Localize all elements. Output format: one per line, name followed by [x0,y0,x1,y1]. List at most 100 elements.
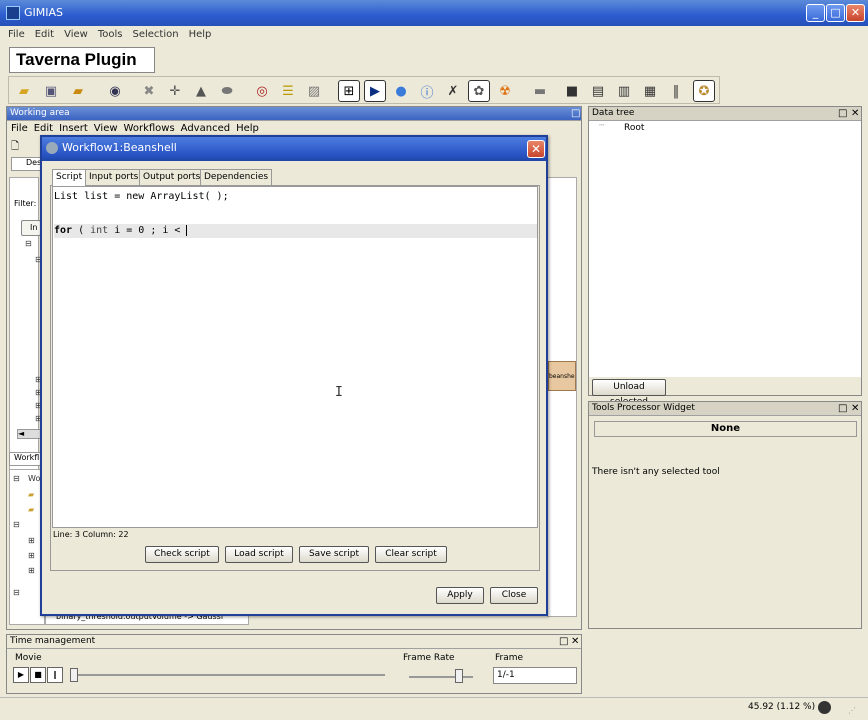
panel-icon[interactable]: ▤ [587,80,609,102]
unload-selected-button[interactable]: Unload selected [592,379,666,407]
tree-view-icon[interactable]: ⊞ [338,80,360,102]
new-file-icon[interactable]: 🗋 [11,139,19,156]
tree-expander[interactable]: ⊞ [28,566,35,575]
taverna-icon[interactable]: ✪ [693,80,715,102]
data-tree-panel: Data tree □ ✕ ┄ Root Unload selected [588,106,862,407]
save-icon[interactable]: ▣ [40,80,62,102]
tab-input-ports[interactable]: Input ports [85,169,143,185]
import-button[interactable]: In [21,220,41,236]
columns-icon[interactable]: ▥ [613,80,635,102]
play-button[interactable]: ▶ [13,667,29,683]
check-script-button[interactable]: Check script [145,546,219,563]
frame-rate-track[interactable] [409,676,473,678]
code-line-3-text: for ( int i = 0 ; i < [54,225,187,236]
lock-icon[interactable]: ▲ [190,80,212,102]
main-menu-bar: File Edit View Tools Selection Help [0,26,868,43]
close-icon[interactable]: ✕ [851,402,859,415]
menu-edit[interactable]: Edit [35,29,54,40]
tree-connector: ┄ [599,121,605,131]
garbage-collect-icon[interactable] [818,701,831,714]
dialog-title-bar: Workflow1:Beanshell [42,137,546,161]
scroll-left-icon[interactable]: ◄ [17,429,41,439]
lens-icon[interactable]: ⬬ [216,80,238,102]
slider-icon[interactable]: ☰ [277,80,299,102]
open-folder-icon[interactable]: ▰ [13,80,35,102]
tree-expander[interactable]: ⊟ [13,588,20,597]
code-line-1: List list = new ArrayList( ); [54,190,537,204]
pause-button[interactable]: ‖ [47,667,63,683]
folder-icon: ▰ [28,490,35,499]
restore-icon[interactable]: □ [571,107,580,120]
tree-expander[interactable]: ⊞ [28,551,35,560]
info-icon[interactable]: ⓘ [416,80,438,102]
grid-icon[interactable]: ▦ [639,80,661,102]
plugin-tab[interactable]: Taverna Plugin [9,47,155,73]
close-icon[interactable]: ✕ [571,635,579,648]
sphere-icon[interactable]: ● [390,80,412,102]
settings-cross-icon[interactable]: ✗ [442,80,464,102]
movie-slider-track[interactable] [71,674,385,676]
folder-icon[interactable]: ▰ [67,80,89,102]
minimize-button[interactable]: _ [806,4,825,22]
wa-menu-edit[interactable]: Edit [34,123,53,134]
stop-button[interactable]: ■ [30,667,46,683]
restore-icon[interactable]: □ [838,107,847,120]
cursor-position: Line: 3 Column: 22 [53,530,129,539]
wa-menu-workflows[interactable]: Workflows [124,123,175,134]
wa-menu-file[interactable]: File [11,123,28,134]
crosshair-icon[interactable]: ✛ [164,80,186,102]
menu-selection[interactable]: Selection [132,29,178,40]
load-script-button[interactable]: Load script [225,546,293,563]
tab-output-ports[interactable]: Output ports [139,169,205,185]
restore-icon[interactable]: □ [838,402,847,415]
movie-slider-thumb[interactable] [70,668,78,682]
restore-icon[interactable]: □ [559,635,568,648]
dialog-app-icon [46,142,58,154]
menu-help[interactable]: Help [189,29,212,40]
time-management-title: Time management [10,636,96,646]
apply-button[interactable]: Apply [436,587,484,604]
menu-tools[interactable]: Tools [98,29,123,40]
script-editor[interactable]: List list = new ArrayList( ); for ( int … [52,186,538,528]
tree-expander[interactable]: ⊟ [13,520,20,529]
record-icon[interactable]: ◎ [251,80,273,102]
tree-expander[interactable]: ⊞ [28,536,35,545]
close-button[interactable]: Close [490,587,538,604]
workflow-tree-item[interactable]: Wo [28,474,40,483]
tree-expander[interactable]: ⊟ [13,474,20,483]
resize-grip-icon[interactable]: ⋰ [848,706,856,715]
maximize-button[interactable]: □ [826,4,845,22]
folder-icon: ▰ [28,505,35,514]
save-script-button[interactable]: Save script [299,546,369,563]
tools-icon[interactable]: ✖ [138,80,160,102]
root-node[interactable]: Root [624,123,644,133]
biohazard-icon[interactable]: ☢ [494,80,516,102]
menu-view[interactable]: View [64,29,88,40]
window-icon[interactable]: ■ [561,80,583,102]
tab-script[interactable]: Script [52,169,87,186]
clear-script-button[interactable]: Clear script [375,546,447,563]
processor-widget-header: Tools Processor Widget □ ✕ [589,402,861,416]
close-window-button[interactable]: ✕ [846,4,865,22]
wa-menu-advanced[interactable]: Advanced [181,123,230,134]
frame-input[interactable]: 1/-1 [493,667,577,684]
design-tab[interactable]: Des [11,157,41,171]
gear-icon[interactable]: ✿ [468,80,490,102]
wa-menu-help[interactable]: Help [236,123,259,134]
wa-menu-insert[interactable]: Insert [59,123,88,134]
beanshell-node[interactable]: beanshell [548,361,576,391]
link-icon[interactable]: ▬ [529,80,551,102]
tab-dependencies[interactable]: Dependencies [200,169,273,185]
dialog-close-icon[interactable]: ✕ [527,140,545,158]
cube-icon[interactable]: ▨ [303,80,325,102]
movie-label: Movie [15,653,42,663]
wa-menu-view[interactable]: View [94,123,118,134]
menu-file[interactable]: File [8,29,25,40]
filter-label: Filter: [14,199,37,208]
play-icon[interactable]: ▶ [364,80,386,102]
time-management-header: Time management □ ✕ [7,635,581,649]
close-icon[interactable]: ✕ [851,107,859,120]
pause-bars-icon[interactable]: ‖ [665,80,687,102]
frame-rate-thumb[interactable] [455,669,463,683]
refresh-icon[interactable]: ◉ [104,80,126,102]
